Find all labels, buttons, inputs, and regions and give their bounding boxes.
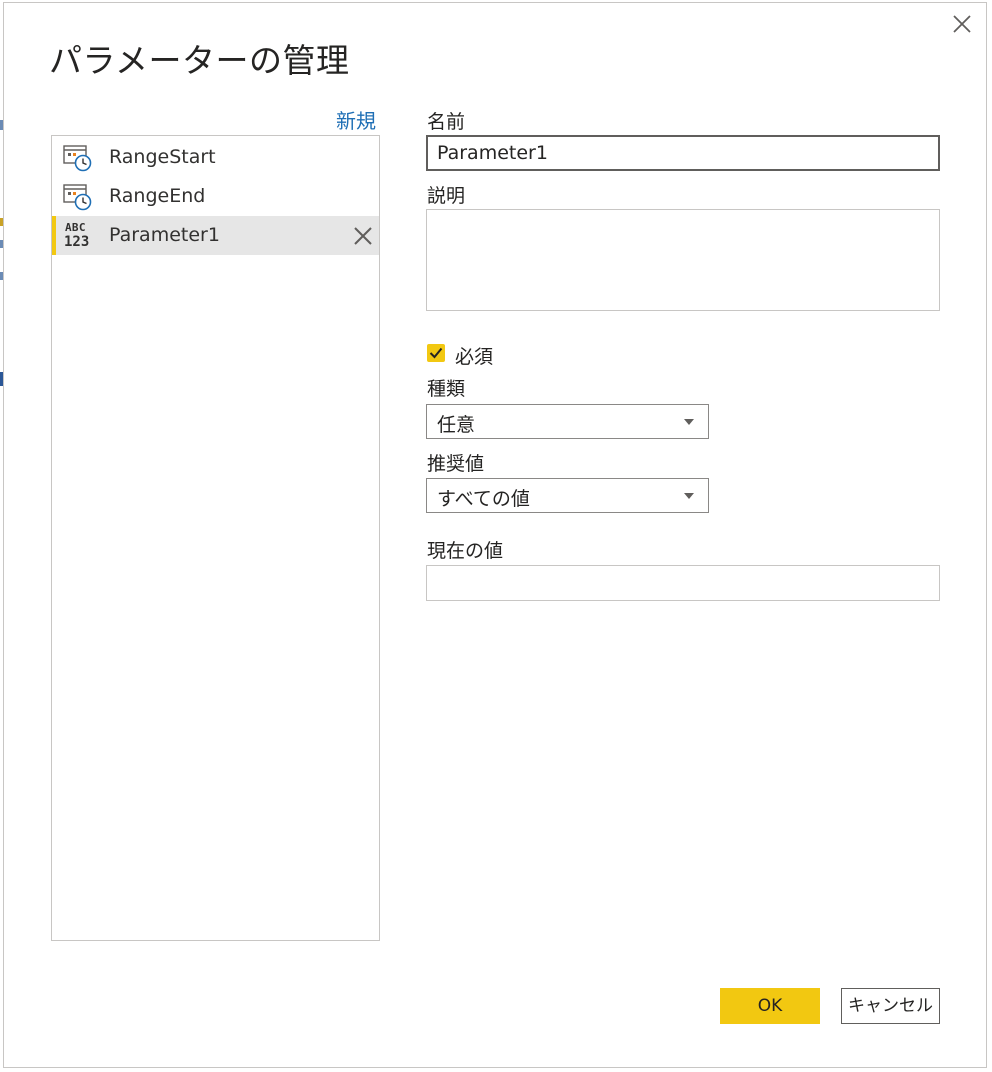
list-item-parameter1[interactable]: ABC 123 Parameter1 — [52, 216, 379, 255]
ok-button[interactable]: OK — [720, 988, 820, 1024]
remove-parameter-button[interactable] — [352, 225, 374, 247]
list-item-rangeend[interactable]: RangeEnd — [52, 177, 379, 216]
type-select[interactable]: 任意 — [426, 404, 709, 439]
description-label: 説明 — [427, 185, 466, 207]
icon-text-abc: ABC — [65, 221, 86, 234]
chevron-down-icon — [684, 493, 694, 499]
chevron-down-icon — [684, 419, 694, 425]
suggested-values-select[interactable]: すべての値 — [426, 478, 709, 513]
name-label: 名前 — [427, 111, 466, 133]
checkmark-icon — [429, 347, 443, 359]
suggested-values-label: 推奨値 — [427, 453, 485, 475]
suggested-values-select-value: すべての値 — [437, 488, 530, 510]
datetime-parameter-icon — [63, 145, 92, 172]
icon-text-123: 123 — [64, 234, 90, 250]
datetime-parameter-icon — [63, 184, 92, 211]
list-item-label: RangeEnd — [109, 185, 206, 207]
close-button[interactable] — [950, 12, 974, 36]
new-parameter-link[interactable]: 新規 — [336, 105, 376, 134]
cancel-button[interactable]: キャンセル — [841, 988, 940, 1024]
type-select-value: 任意 — [437, 414, 476, 436]
description-input[interactable] — [426, 209, 940, 311]
parameter-list: RangeStart RangeEnd ABC 123 Parameter1 — [51, 135, 380, 941]
close-icon — [953, 15, 971, 33]
required-label: 必須 — [455, 346, 494, 368]
name-input[interactable] — [426, 135, 940, 171]
current-value-input[interactable] — [426, 565, 940, 601]
any-type-abc123-icon: ABC 123 — [64, 220, 94, 252]
list-item-rangestart[interactable]: RangeStart — [52, 138, 379, 177]
type-label: 種類 — [427, 378, 466, 400]
close-icon — [354, 227, 372, 245]
required-checkbox[interactable] — [427, 344, 445, 362]
list-item-label: RangeStart — [109, 146, 216, 168]
dialog-title: パラメーターの管理 — [49, 41, 350, 80]
current-value-label: 現在の値 — [427, 540, 504, 562]
list-item-label: Parameter1 — [109, 224, 220, 246]
